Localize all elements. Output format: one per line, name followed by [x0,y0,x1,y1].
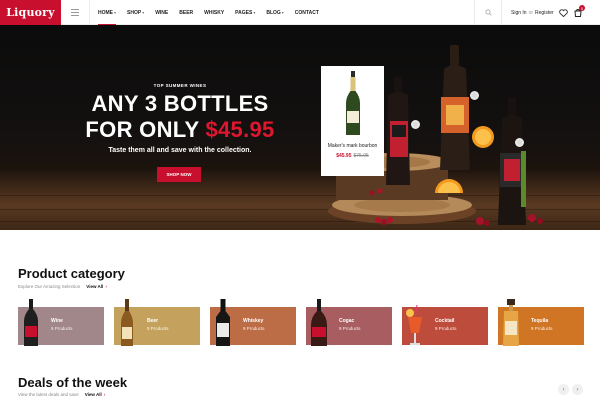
category-count: 9 Products [51,326,73,331]
category-view-all-link[interactable]: View All [86,284,103,289]
product-card-price: $45.95 [336,153,352,159]
category-card-wine[interactable]: Wine 9 Products [18,299,104,346]
hotspot-marker[interactable] [411,120,420,129]
shop-now-button[interactable]: SHOP NOW [157,167,201,182]
hero-product-card[interactable]: Maker's mark bourbon $45.95 $75.95 [321,66,384,176]
heart-icon [559,8,568,17]
product-card-name[interactable]: Maker's mark bourbon [321,143,384,149]
hero-banner: TOP SUMMER WINES ANY 3 BOTTLES FOR ONLY … [0,25,600,230]
product-category-subtitle: Explore Our Amazing Selection View All › [18,284,107,289]
hotspot-marker[interactable] [470,91,479,100]
or-separator: or [528,9,534,16]
category-count: 9 Products [147,326,169,331]
hero-headline-line1: ANY 3 BOTTLES [91,91,269,116]
hamburger-menu-button[interactable] [61,0,90,25]
hero-price: $45.95 [205,117,275,142]
category-name: Cogac [339,318,355,324]
site-logo[interactable]: Liquory [0,0,61,25]
tequila-bottle-image [503,299,519,346]
category-count: 9 Products [531,326,553,331]
cocktail-glass-image [406,304,422,345]
search-button[interactable] [474,0,502,25]
nav-item-whisky[interactable]: WHISKY [204,0,224,25]
nav-item-shop[interactable]: SHOP ▾ [127,0,144,25]
main-nav: HOME ▾ SHOP ▾ WINE BEER WHISKY PAGES ▾ BLOG… [98,0,330,25]
chevron-right-icon: › [105,284,107,289]
whiskey-bottle-image [216,299,230,346]
wishlist-button[interactable] [558,7,569,18]
category-count: 9 Products [243,326,265,331]
nav-item-pages[interactable]: PAGES ▾ [235,0,255,25]
hamburger-icon [71,9,79,10]
hero-kicker: TOP SUMMER WINES [153,83,207,88]
account-links: Sign In or Register [511,0,554,25]
champagne-bottle-image [346,71,360,135]
deals-view-all-link[interactable]: View All [85,392,102,397]
category-card-beer[interactable]: Beer 9 Products [114,299,200,346]
hero-headline-line2: FOR ONLY $45.95 [85,117,275,142]
category-name: Wine [51,318,63,324]
category-count: 9 Products [435,326,457,331]
deals-next-button[interactable]: › [572,384,583,395]
chevron-left-icon: ‹ [562,386,565,393]
deals-title: Deals of the week [18,375,128,390]
category-count: 9 Products [339,326,361,331]
cart-count-badge: 0 [579,5,585,11]
deals-subtitle: View the latest deals and save View All … [18,392,106,397]
category-card-cocktail[interactable]: Cocktail 9 Products [402,304,488,345]
nav-item-blog[interactable]: BLOG ▾ [266,0,283,25]
sign-in-link[interactable]: Sign In [511,10,527,16]
category-name: Beer [147,318,159,324]
site-header: Liquory HOME ▾ SHOP ▾ WINE BEER WHISKY PAG… [0,0,600,25]
category-card-cognac[interactable]: Cogac 9 Products [306,299,392,346]
wine-bottle-image [24,299,38,346]
chevron-down-icon: ▾ [142,10,145,15]
chevron-down-icon: ▾ [114,10,117,15]
beer-bottle-image [121,299,133,346]
nav-item-contact[interactable]: CONTACT [295,0,319,25]
cognac-bottle-image [311,299,327,346]
chevron-down-icon: ▾ [253,10,256,15]
hotspot-marker[interactable] [515,138,524,147]
hero-subtitle: Taste them all and save with the collect… [108,147,252,154]
chevron-down-icon: ▾ [281,10,284,15]
register-link[interactable]: Register [535,10,554,16]
category-card-tequila[interactable]: Tequila 9 Products [498,299,584,346]
chevron-right-icon: › [576,386,579,393]
product-card-old-price: $75.95 [353,153,369,159]
product-card-prices: $45.95 $75.95 [321,153,384,159]
category-name: Whiskey [243,318,264,324]
category-name: Cocktail [435,318,455,324]
category-card-whiskey[interactable]: Whiskey 9 Products [210,299,296,346]
product-category-title: Product category [18,266,125,281]
deals-prev-button[interactable]: ‹ [558,384,569,395]
category-name: Tequila [531,318,549,324]
nav-item-home[interactable]: HOME ▾ [98,0,117,25]
nav-item-wine[interactable]: WINE [155,0,168,25]
cart-button[interactable]: 0 [572,5,585,18]
search-icon [484,9,492,16]
nav-item-beer[interactable]: BEER [179,0,193,25]
chevron-right-icon: › [103,392,106,397]
category-list: Wine 9 Products Beer 9 Products Whiskey … [18,299,584,346]
